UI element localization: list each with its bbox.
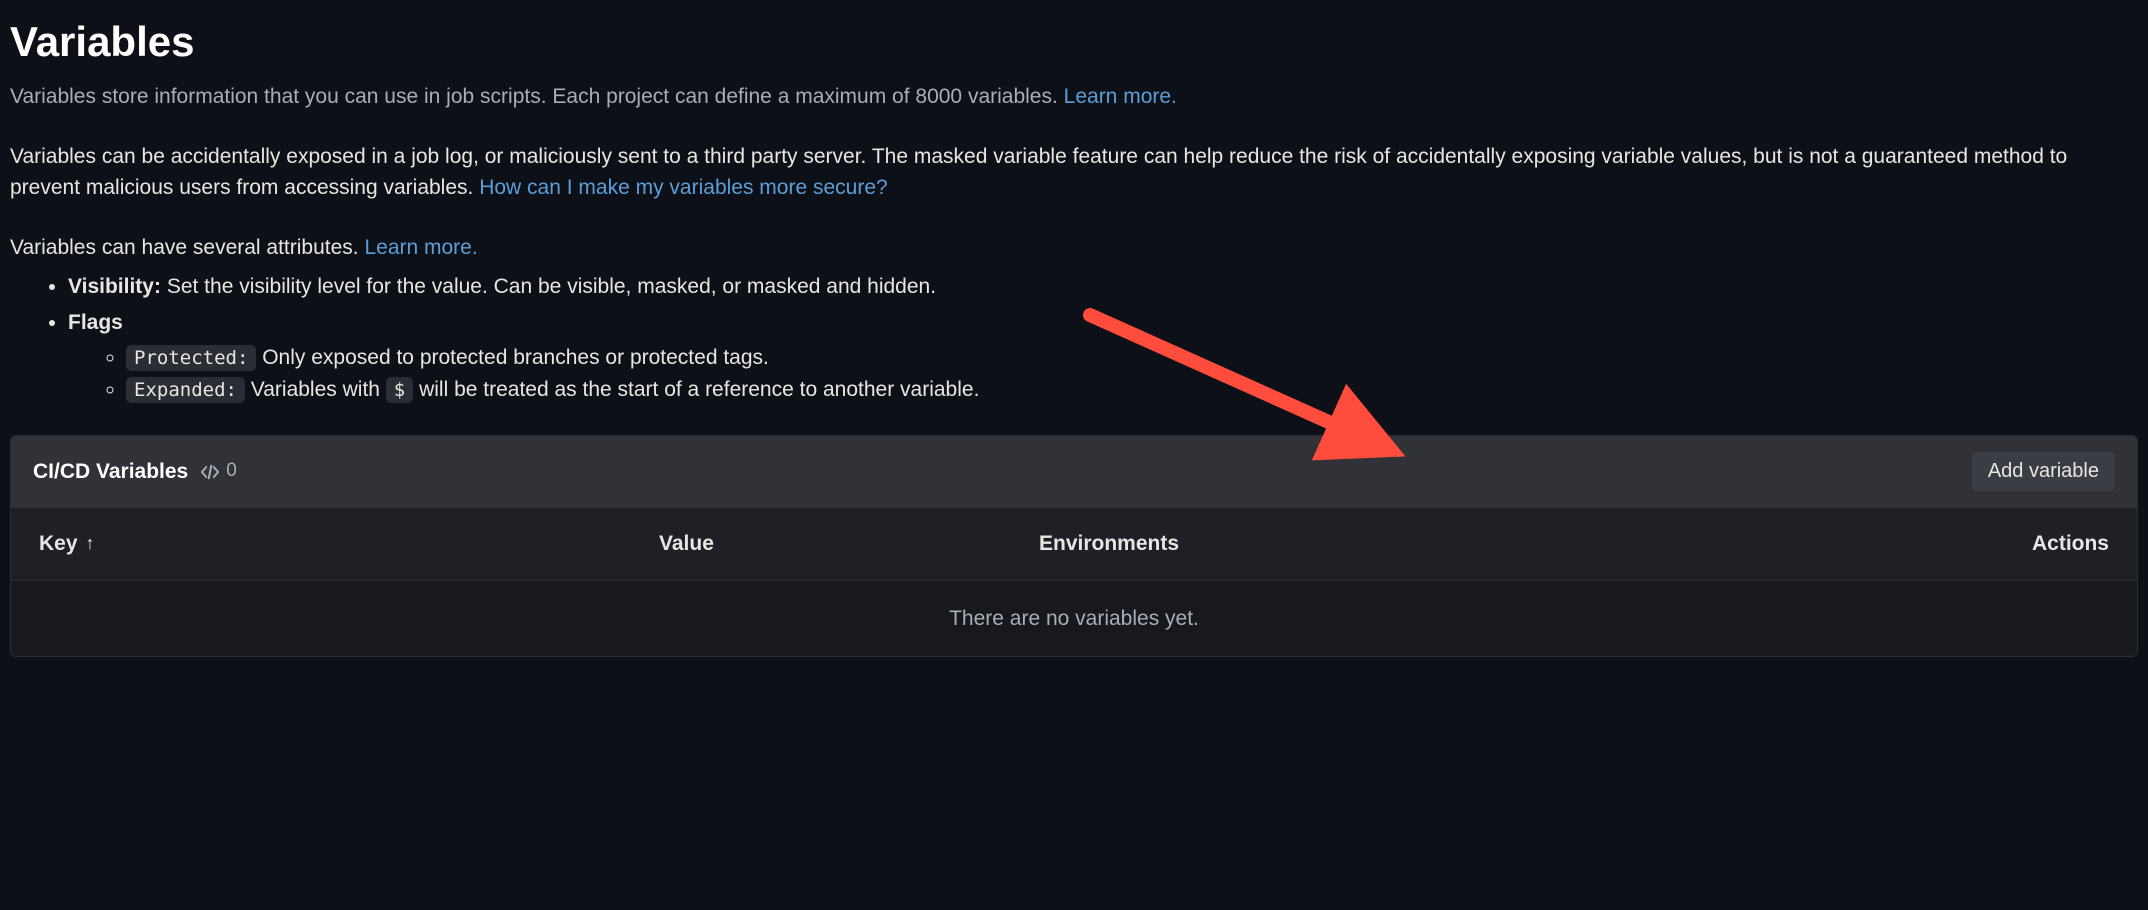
page-title: Variables: [10, 10, 2138, 73]
code-icon: [200, 462, 220, 482]
column-header-environments[interactable]: Environments: [1039, 528, 1989, 560]
panel-header-left: CI/CD Variables 0: [33, 456, 237, 488]
warning-block: Variables can be accidentally exposed in…: [10, 141, 2138, 204]
attributes-list: Visibility: Set the visibility level for…: [10, 271, 2138, 405]
count-value: 0: [226, 457, 237, 486]
secure-link[interactable]: How can I make my variables more secure?: [479, 176, 888, 199]
flag-desc: Only exposed to protected branches or pr…: [256, 346, 768, 369]
panel-header: CI/CD Variables 0 Add variable: [11, 436, 2137, 507]
attribute-desc: Set the visibility level for the value. …: [161, 275, 936, 298]
attribute-label: Flags: [68, 311, 123, 334]
flags-sublist: Protected: Only exposed to protected bra…: [68, 342, 2138, 405]
table-header: Key ↑ Value Environments Actions: [11, 507, 2137, 580]
flag-expanded: Expanded: Variables with $ will be treat…: [126, 374, 2138, 406]
flag-protected: Protected: Only exposed to protected bra…: [126, 342, 2138, 374]
attributes-intro-text: Variables can have several attributes.: [10, 236, 364, 259]
attribute-flags: Flags Protected: Only exposed to protect…: [68, 307, 2138, 406]
add-variable-button[interactable]: Add variable: [1972, 452, 2115, 491]
column-header-value[interactable]: Value: [659, 528, 1039, 560]
learn-more-link[interactable]: Learn more.: [1064, 85, 1177, 108]
column-header-actions: Actions: [1989, 528, 2109, 560]
variables-panel: CI/CD Variables 0 Add variable Key ↑ Val…: [10, 435, 2138, 657]
panel-title: CI/CD Variables: [33, 456, 188, 488]
warning-text: Variables can be accidentally exposed in…: [10, 145, 2067, 200]
sort-arrow-up-icon: ↑: [86, 530, 95, 557]
subtitle-text: Variables store information that you can…: [10, 85, 1064, 108]
flag-desc-post: will be treated as the start of a refere…: [413, 378, 979, 401]
attribute-visibility: Visibility: Set the visibility level for…: [68, 271, 2138, 303]
flag-desc-pre: Variables with: [245, 378, 386, 401]
attributes-learn-more-link[interactable]: Learn more.: [364, 236, 477, 259]
attribute-label: Visibility:: [68, 275, 161, 298]
column-header-key[interactable]: Key ↑: [39, 528, 659, 560]
protected-code-badge: Protected:: [126, 345, 256, 371]
expanded-code-badge: Expanded:: [126, 377, 245, 403]
dollar-code-badge: $: [386, 377, 413, 403]
count-badge: 0: [200, 457, 237, 486]
attributes-block: Variables can have several attributes. L…: [10, 232, 2138, 406]
subtitle: Variables store information that you can…: [10, 81, 2138, 113]
attributes-intro: Variables can have several attributes. L…: [10, 232, 2138, 264]
column-key-label: Key: [39, 528, 78, 560]
empty-state-row: There are no variables yet.: [11, 580, 2137, 657]
